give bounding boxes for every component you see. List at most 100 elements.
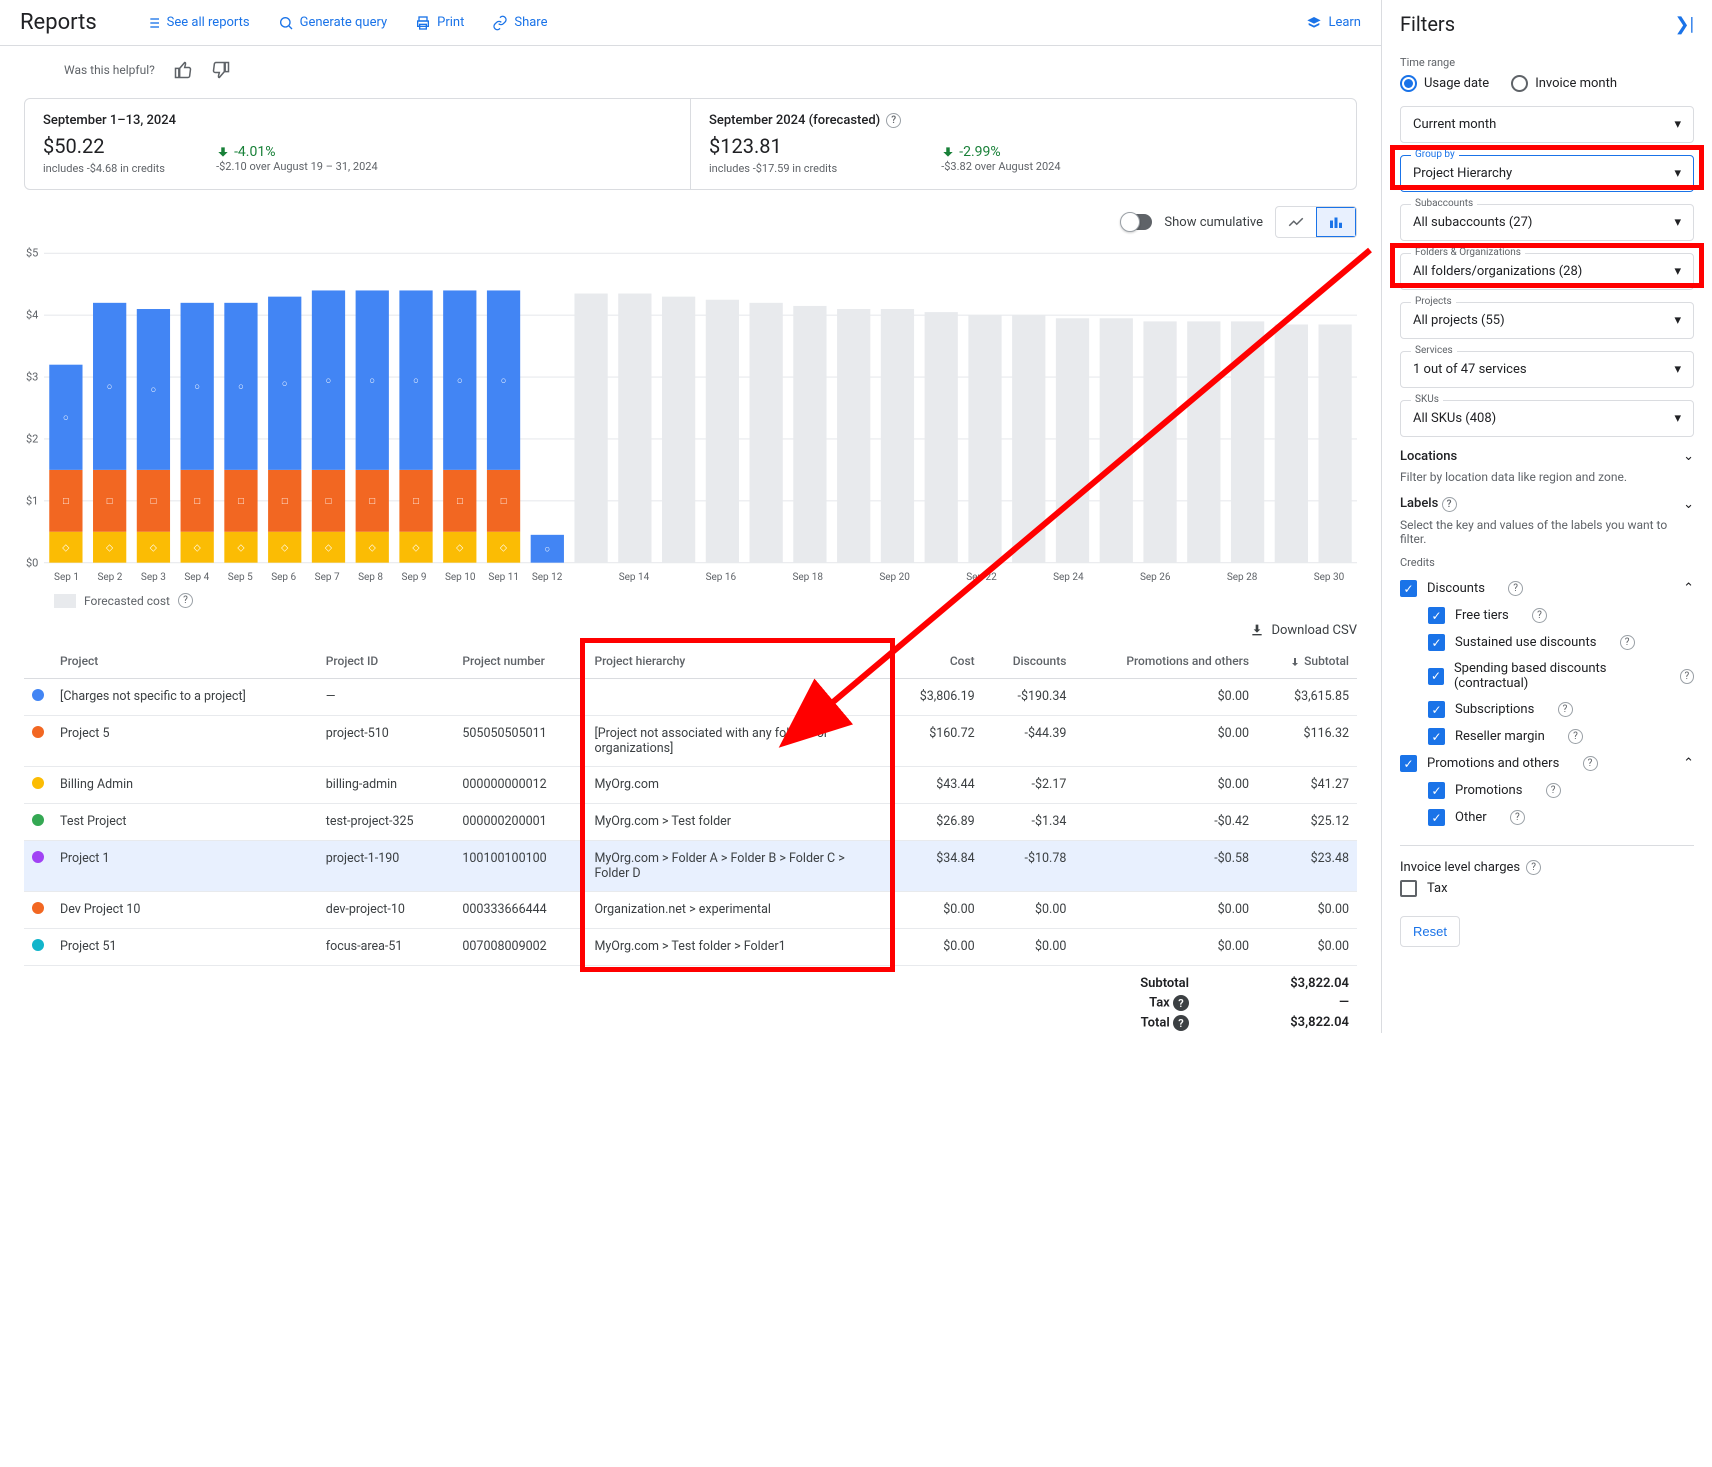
tax-check[interactable]: ✓Tax bbox=[1400, 875, 1694, 902]
help-icon[interactable]: ? bbox=[1680, 669, 1694, 684]
help-icon[interactable]: ? bbox=[1546, 783, 1561, 798]
chevron-down-icon: ▾ bbox=[1674, 264, 1681, 279]
table-row[interactable]: Dev Project 10 dev-project-10 0003336664… bbox=[24, 892, 1357, 929]
svg-text:◇: ◇ bbox=[456, 542, 463, 553]
invoice-month-radio[interactable]: Invoice month bbox=[1511, 75, 1617, 92]
promotions-check[interactable]: ✓Promotions ? bbox=[1428, 777, 1694, 804]
table-row[interactable]: [Charges not specific to a project] — $3… bbox=[24, 679, 1357, 716]
help-icon[interactable]: ? bbox=[1526, 860, 1541, 875]
skus-select[interactable]: SKUsAll SKUs (408)▾ bbox=[1400, 400, 1694, 437]
filters-title: Filters bbox=[1400, 12, 1455, 36]
svg-text:□: □ bbox=[151, 496, 157, 507]
svg-text:□: □ bbox=[369, 496, 375, 507]
svg-text:◇: ◇ bbox=[194, 542, 201, 553]
promos-check[interactable]: ✓Promotions and others ?⌃ bbox=[1400, 750, 1694, 777]
share-link[interactable]: Share bbox=[492, 15, 547, 31]
help-icon[interactable]: ? bbox=[1532, 608, 1547, 623]
svg-text:□: □ bbox=[107, 496, 113, 507]
svg-text:○: ○ bbox=[326, 375, 332, 386]
invoice-charges-label: Invoice level charges? bbox=[1400, 860, 1694, 875]
col-7[interactable]: Promotions and others bbox=[1074, 644, 1257, 679]
learn-link[interactable]: Learn bbox=[1306, 15, 1361, 31]
labels-heading[interactable]: Labels ?⌄ bbox=[1400, 496, 1694, 512]
summary-card-1: September 2024 (forecasted) ? $123.81 in… bbox=[690, 99, 1356, 189]
sustained-check[interactable]: ✓Sustained use discounts ? bbox=[1428, 629, 1694, 656]
col-5[interactable]: Cost bbox=[889, 644, 982, 679]
svg-text:○: ○ bbox=[413, 375, 419, 386]
reset-button[interactable]: Reset bbox=[1400, 916, 1460, 947]
folders-select[interactable]: Folders & OrganizationsAll folders/organ… bbox=[1400, 253, 1694, 290]
subscriptions-check[interactable]: ✓Subscriptions ? bbox=[1428, 696, 1694, 723]
summary-card-0: September 1–13, 2024 $50.22 includes -$4… bbox=[25, 99, 690, 189]
usage-date-radio[interactable]: Usage date bbox=[1400, 75, 1489, 92]
chart-legend: Forecasted cost ? bbox=[54, 593, 1357, 608]
help-icon[interactable]: ? bbox=[1510, 810, 1525, 825]
help-icon[interactable]: ? bbox=[1568, 729, 1583, 744]
svg-text:○: ○ bbox=[238, 381, 244, 392]
table-row[interactable]: Test Project test-project-325 0000002000… bbox=[24, 804, 1357, 841]
subaccounts-select[interactable]: SubaccountsAll subaccounts (27)▾ bbox=[1400, 204, 1694, 241]
help-icon[interactable]: ? bbox=[1508, 581, 1523, 596]
svg-text:◇: ◇ bbox=[369, 542, 376, 553]
table-row[interactable]: Project 5 project-510 505050505011 [Proj… bbox=[24, 716, 1357, 767]
thumbs-down-icon[interactable] bbox=[211, 60, 231, 80]
collapse-panel-icon[interactable]: ❯| bbox=[1675, 14, 1694, 35]
table-row[interactable]: Billing Admin billing-admin 000000000012… bbox=[24, 767, 1357, 804]
help-icon[interactable]: ? bbox=[1583, 756, 1598, 771]
svg-text:◇: ◇ bbox=[500, 542, 507, 553]
col-1[interactable]: Project bbox=[52, 644, 318, 679]
series-dot bbox=[32, 726, 44, 738]
svg-text:○: ○ bbox=[107, 381, 113, 392]
svg-text:□: □ bbox=[457, 496, 463, 507]
chevron-down-icon: ▾ bbox=[1674, 215, 1681, 230]
legend-swatch bbox=[54, 594, 76, 608]
chevron-down-icon: ⌄ bbox=[1683, 497, 1694, 512]
helpful-prompt: Was this helpful? bbox=[24, 46, 1357, 94]
series-dot bbox=[32, 902, 44, 914]
cost-table: ProjectProject IDProject numberProject h… bbox=[24, 644, 1357, 966]
print-link[interactable]: Print bbox=[415, 15, 464, 31]
discounts-check[interactable]: ✓Discounts ?⌃ bbox=[1400, 575, 1694, 602]
services-select[interactable]: Services1 out of 47 services▾ bbox=[1400, 351, 1694, 388]
col-4[interactable]: Project hierarchy bbox=[586, 644, 889, 679]
generate-query-link[interactable]: Generate query bbox=[278, 15, 388, 31]
time-range-select[interactable]: Current month▾ bbox=[1400, 106, 1694, 143]
col-3[interactable]: Project number bbox=[454, 644, 586, 679]
col-8[interactable]: Subtotal bbox=[1257, 644, 1357, 679]
cumulative-toggle[interactable] bbox=[1122, 214, 1152, 230]
help-icon[interactable]: ? bbox=[1173, 995, 1189, 1011]
group-by-select[interactable]: Group byProject Hierarchy▾ bbox=[1400, 155, 1694, 192]
see-all-reports-link[interactable]: See all reports bbox=[145, 15, 250, 31]
svg-text:◇: ◇ bbox=[62, 542, 69, 553]
svg-text:○: ○ bbox=[544, 544, 550, 555]
help-icon[interactable]: ? bbox=[1620, 635, 1635, 650]
free-tiers-check[interactable]: ✓Free tiers ? bbox=[1428, 602, 1694, 629]
bar-chart-icon[interactable] bbox=[1316, 207, 1356, 237]
filters-panel: Filters ❯| Time range Usage date Invoice… bbox=[1382, 0, 1712, 1033]
help-icon[interactable]: ? bbox=[1173, 1015, 1189, 1031]
svg-text:◇: ◇ bbox=[281, 542, 288, 553]
download-csv-link[interactable]: Download CSV bbox=[24, 622, 1357, 638]
other-check[interactable]: ✓Other ? bbox=[1428, 804, 1694, 831]
help-icon[interactable]: ? bbox=[1558, 702, 1573, 717]
help-icon[interactable]: ? bbox=[1442, 497, 1457, 512]
col-6[interactable]: Discounts bbox=[983, 644, 1075, 679]
chart: $5$4$3$2$1$0 ◇□○◇□○◇□○◇□○◇□○◇□○◇□○◇□○◇□○… bbox=[44, 248, 1357, 568]
locations-heading[interactable]: Locations⌄ bbox=[1400, 449, 1694, 464]
reseller-check[interactable]: ✓Reseller margin ? bbox=[1428, 723, 1694, 750]
svg-text:○: ○ bbox=[282, 378, 288, 389]
chevron-down-icon: ▾ bbox=[1674, 313, 1681, 328]
col-0[interactable] bbox=[24, 644, 52, 679]
chevron-up-icon[interactable]: ⌃ bbox=[1683, 581, 1694, 596]
spending-check[interactable]: ✓Spending based discounts (contractual)? bbox=[1428, 656, 1694, 696]
line-chart-icon[interactable] bbox=[1276, 207, 1316, 237]
col-2[interactable]: Project ID bbox=[318, 644, 455, 679]
table-row[interactable]: Project 1 project-1-190 100100100100 MyO… bbox=[24, 841, 1357, 892]
help-icon[interactable]: ? bbox=[886, 113, 901, 128]
chevron-up-icon[interactable]: ⌃ bbox=[1683, 756, 1694, 771]
projects-select[interactable]: ProjectsAll projects (55)▾ bbox=[1400, 302, 1694, 339]
thumbs-up-icon[interactable] bbox=[173, 60, 193, 80]
svg-text:◇: ◇ bbox=[150, 542, 157, 553]
help-icon[interactable]: ? bbox=[178, 593, 193, 608]
table-row[interactable]: Project 51 focus-area-51 007008009002 My… bbox=[24, 929, 1357, 966]
